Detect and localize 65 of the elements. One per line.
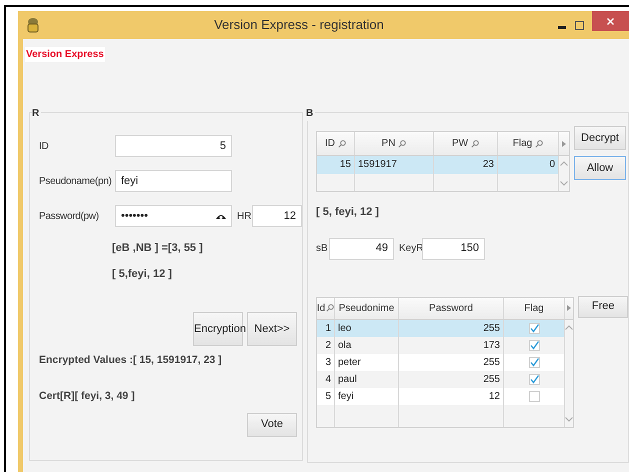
scroll-right-icon[interactable] xyxy=(567,305,572,311)
result-text: [ 5, feyi, 12 ] xyxy=(316,205,380,220)
search-icon[interactable] xyxy=(471,140,480,148)
encrypted-values: Encrypted Values :[ 15, 1591917, 23 ] xyxy=(39,353,223,368)
table-cell: feyi xyxy=(335,388,399,404)
push-button[interactable]: Encryption xyxy=(193,312,243,346)
table-row[interactable]: 3 peter 255 xyxy=(317,354,565,370)
column-header[interactable]: Password xyxy=(399,298,504,318)
push-button[interactable]: Vote xyxy=(247,412,297,436)
window-title: Version Express - registration xyxy=(213,16,385,34)
push-button[interactable]: Free xyxy=(578,296,628,318)
text-field[interactable]: 12 xyxy=(252,205,302,227)
column-header[interactable]: Flag xyxy=(504,298,565,318)
column-header[interactable]: ID xyxy=(317,132,355,155)
scroll-up-icon[interactable] xyxy=(565,324,574,330)
table-row[interactable]: 5 feyi 12 xyxy=(317,388,565,404)
push-button[interactable]: Decrypt xyxy=(574,126,626,150)
text-field[interactable]: 150 xyxy=(422,238,485,260)
text-field[interactable]: 5 xyxy=(115,135,232,157)
search-icon[interactable] xyxy=(338,140,346,148)
scroll-right-icon[interactable] xyxy=(562,140,566,146)
app-label: Version Express xyxy=(25,47,105,62)
scroll-down-icon[interactable] xyxy=(565,416,574,422)
push-button[interactable]: Allow xyxy=(574,156,626,180)
table-cell: 12 xyxy=(399,388,504,404)
search-icon[interactable] xyxy=(326,304,334,312)
column-header[interactable]: PW xyxy=(434,132,498,155)
certificate-text: Cert[R][ feyi, 3, 49 ] xyxy=(39,388,136,404)
column-header[interactable]: Id xyxy=(317,298,335,318)
text-field[interactable]: 49 xyxy=(329,238,394,260)
result-text: [ 5,feyi, 12 ] xyxy=(112,266,173,282)
search-icon[interactable] xyxy=(398,140,406,148)
checkbox[interactable] xyxy=(528,356,540,368)
field-label: Pseudoname(pn) xyxy=(39,174,113,188)
search-icon[interactable] xyxy=(535,140,544,148)
table-row[interactable]: 15 1591917 23 0 xyxy=(317,156,559,174)
field-label: sB xyxy=(316,242,329,256)
text-field[interactable]: feyi xyxy=(115,170,232,192)
scroll-up-icon[interactable] xyxy=(560,161,568,166)
table-cell: 5 xyxy=(317,388,335,404)
maximize-icon[interactable] xyxy=(575,20,584,30)
column-header[interactable]: PN xyxy=(355,132,434,155)
result-text: [eB ,NB ] =[3, 55 ] xyxy=(112,241,204,256)
scroll-down-icon[interactable] xyxy=(560,181,568,186)
table-row[interactable]: 1 leo 255 xyxy=(317,320,565,336)
close-button[interactable] xyxy=(592,11,629,31)
panel-title: B xyxy=(306,106,316,121)
close-icon[interactable] xyxy=(607,18,614,24)
app-icon xyxy=(26,17,40,33)
eye-icon[interactable] xyxy=(216,212,226,220)
checkbox[interactable] xyxy=(528,390,540,402)
table-row[interactable]: 2 ola 173 xyxy=(317,336,565,354)
field-label: Password(pw) xyxy=(39,210,100,224)
table-row[interactable]: 4 paul 255 xyxy=(317,370,565,388)
push-button[interactable]: Next>> xyxy=(247,312,297,346)
column-header[interactable]: Flag xyxy=(498,132,559,155)
text-field[interactable]: ••••••• xyxy=(115,205,232,227)
field-label: ID xyxy=(39,140,50,154)
checkbox[interactable] xyxy=(528,322,540,334)
column-header[interactable]: Pseudonime xyxy=(335,298,399,318)
field-label: HR xyxy=(237,210,252,224)
checkbox[interactable] xyxy=(528,340,540,350)
field-label: KeyR xyxy=(399,242,422,256)
minimize-icon[interactable] xyxy=(558,26,566,28)
checkbox[interactable] xyxy=(528,374,540,384)
